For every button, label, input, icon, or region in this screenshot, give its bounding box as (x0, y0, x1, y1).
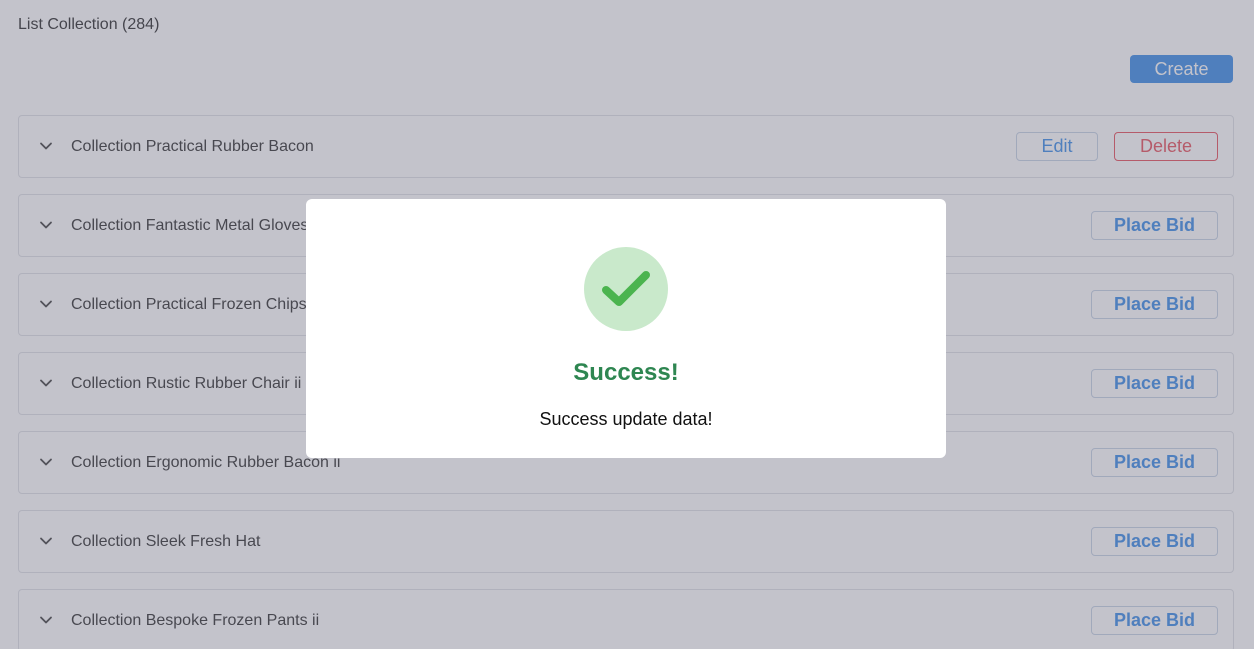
success-icon-circle (584, 247, 668, 331)
success-dialog: Success! Success update data! (306, 199, 946, 458)
page: List Collection (284) Create Collection … (0, 0, 1254, 649)
dialog-title: Success! (573, 359, 679, 386)
dialog-message: Success update data! (539, 409, 713, 429)
check-icon (602, 271, 650, 306)
